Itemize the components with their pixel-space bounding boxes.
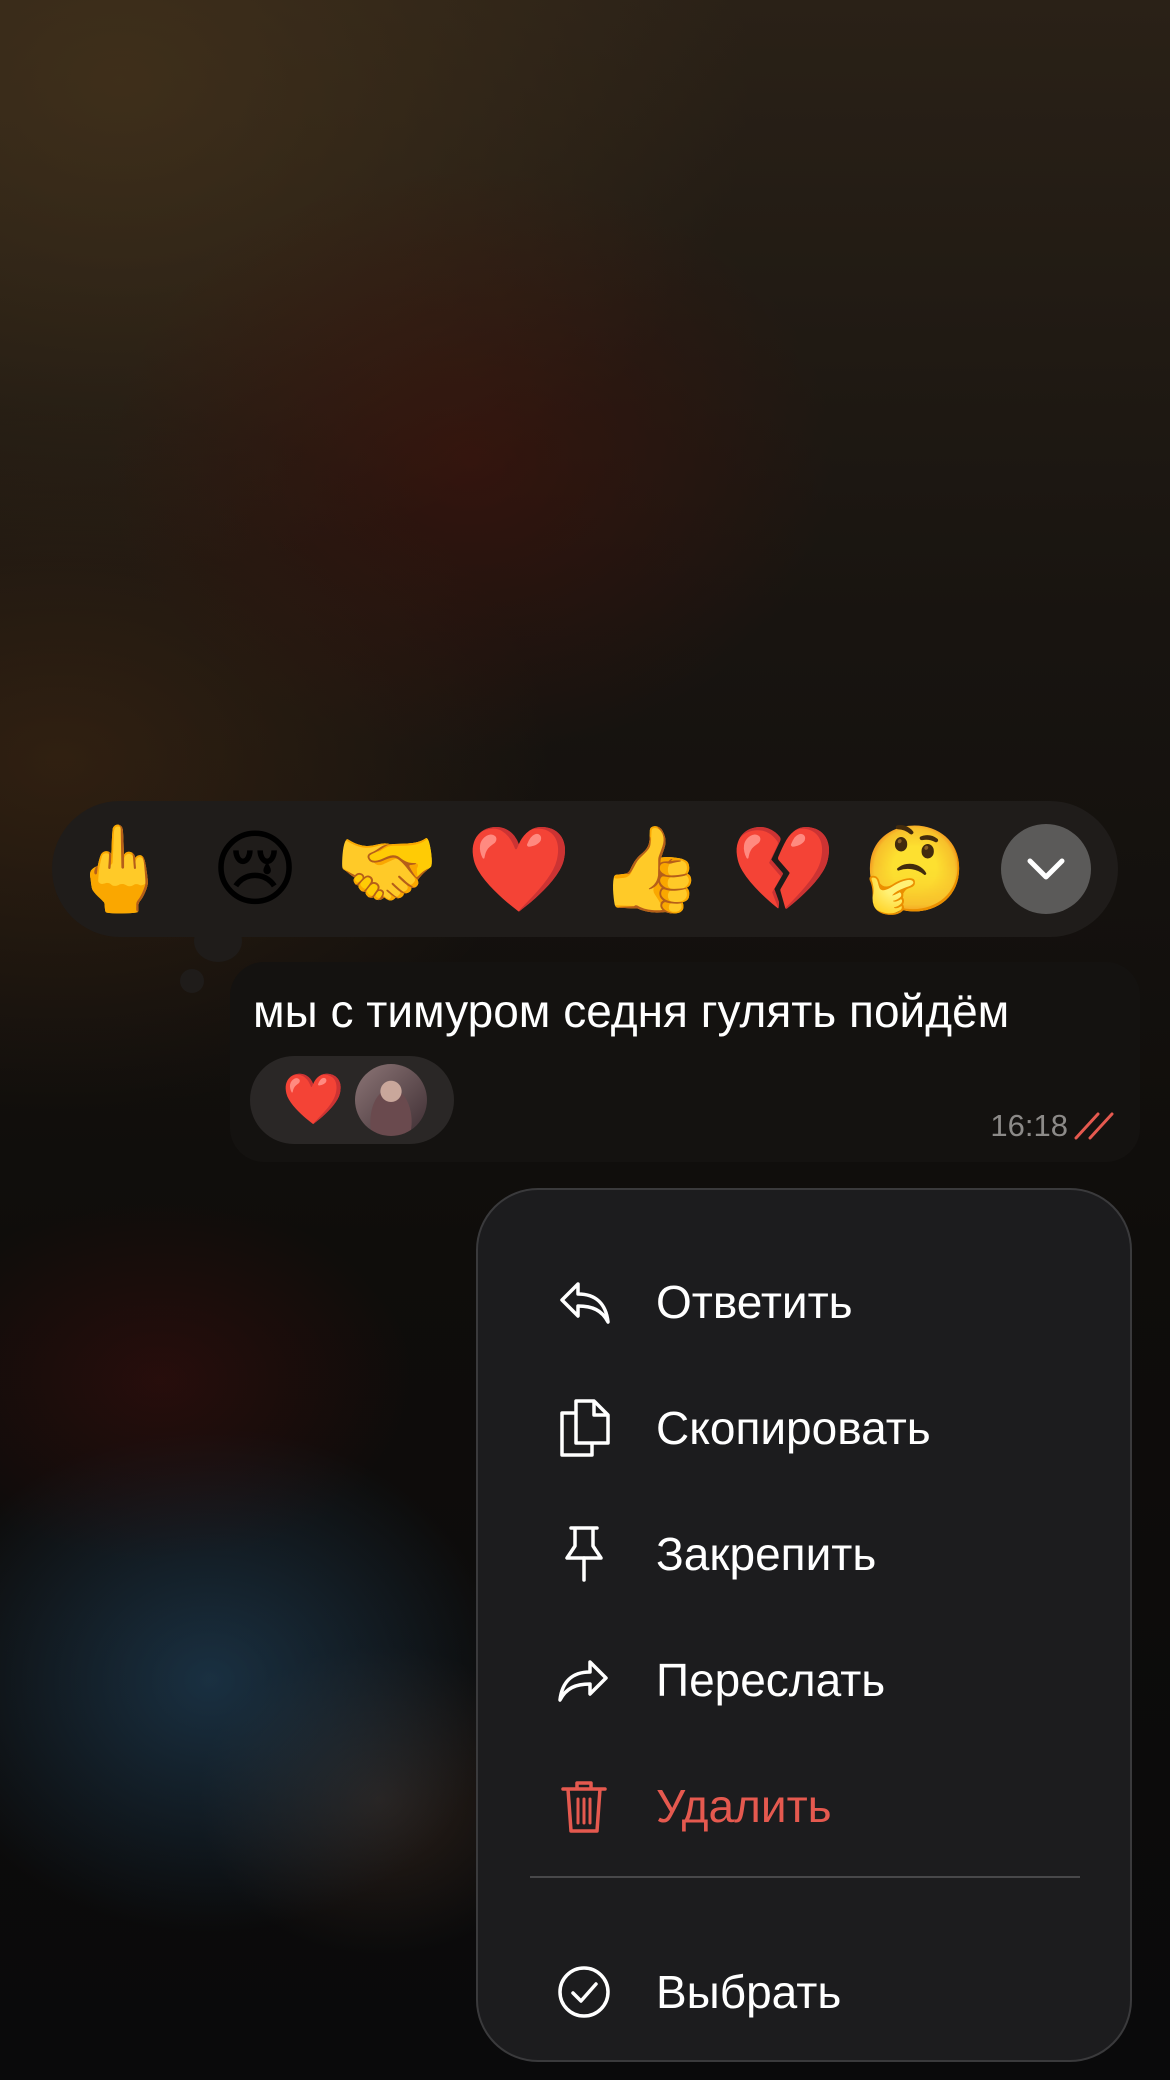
menu-item-label: Скопировать (656, 1402, 931, 1454)
menu-item-forward[interactable]: Переслать (478, 1625, 1130, 1735)
reaction-broken-heart[interactable]: 💔 (720, 806, 846, 932)
message-context-menu: Ответить Скопировать Закрепить Переслать (476, 1188, 1132, 2062)
trash-icon (554, 1776, 614, 1836)
message-time: 16:18 (990, 1108, 1068, 1143)
reaction-thumbs-up[interactable]: 👍 (588, 806, 714, 932)
reactor-avatar (355, 1064, 427, 1136)
forward-icon (554, 1650, 614, 1710)
expand-reactions-button[interactable] (1001, 824, 1091, 914)
reaction-bar-tail-dot (180, 969, 204, 993)
chevron-down-icon (1027, 858, 1065, 880)
double-check-icon (1074, 1112, 1114, 1140)
menu-item-select[interactable]: Выбрать (478, 1937, 1130, 2047)
reply-icon (554, 1272, 614, 1332)
message-bubble[interactable]: мы с тимуром седня гулять пойдём ❤️ 16:1… (230, 962, 1140, 1162)
menu-item-label: Ответить (656, 1276, 853, 1328)
menu-item-label: Переслать (656, 1654, 886, 1706)
reaction-picker: 🖕 😢 🤝 ❤️ 👍 💔 🤔 (52, 801, 1118, 937)
reaction-middle-finger[interactable]: 🖕 (52, 806, 186, 932)
menu-item-reply[interactable]: Ответить (478, 1247, 1130, 1357)
menu-item-label: Удалить (656, 1780, 832, 1832)
reaction-handshake[interactable]: 🤝 (324, 806, 450, 932)
menu-item-label: Закрепить (656, 1528, 877, 1580)
reaction-thinking[interactable]: 🤔 (852, 806, 978, 932)
menu-divider (530, 1876, 1080, 1878)
menu-item-copy[interactable]: Скопировать (478, 1373, 1130, 1483)
pin-icon (554, 1524, 614, 1584)
message-reaction-chip[interactable]: ❤️ (250, 1056, 454, 1144)
reaction-heart[interactable]: ❤️ (456, 806, 582, 932)
menu-item-pin[interactable]: Закрепить (478, 1499, 1130, 1609)
message-text: мы с тимуром седня гулять пойдём (253, 985, 1010, 1037)
checkmark-circle-icon (554, 1962, 614, 2022)
reaction-heart-emoji: ❤️ (282, 1070, 345, 1128)
menu-item-delete[interactable]: Удалить (478, 1751, 1130, 1861)
reaction-crying[interactable]: 😢 (192, 806, 318, 932)
menu-item-label: Выбрать (656, 1966, 842, 2018)
copy-icon (554, 1398, 614, 1458)
